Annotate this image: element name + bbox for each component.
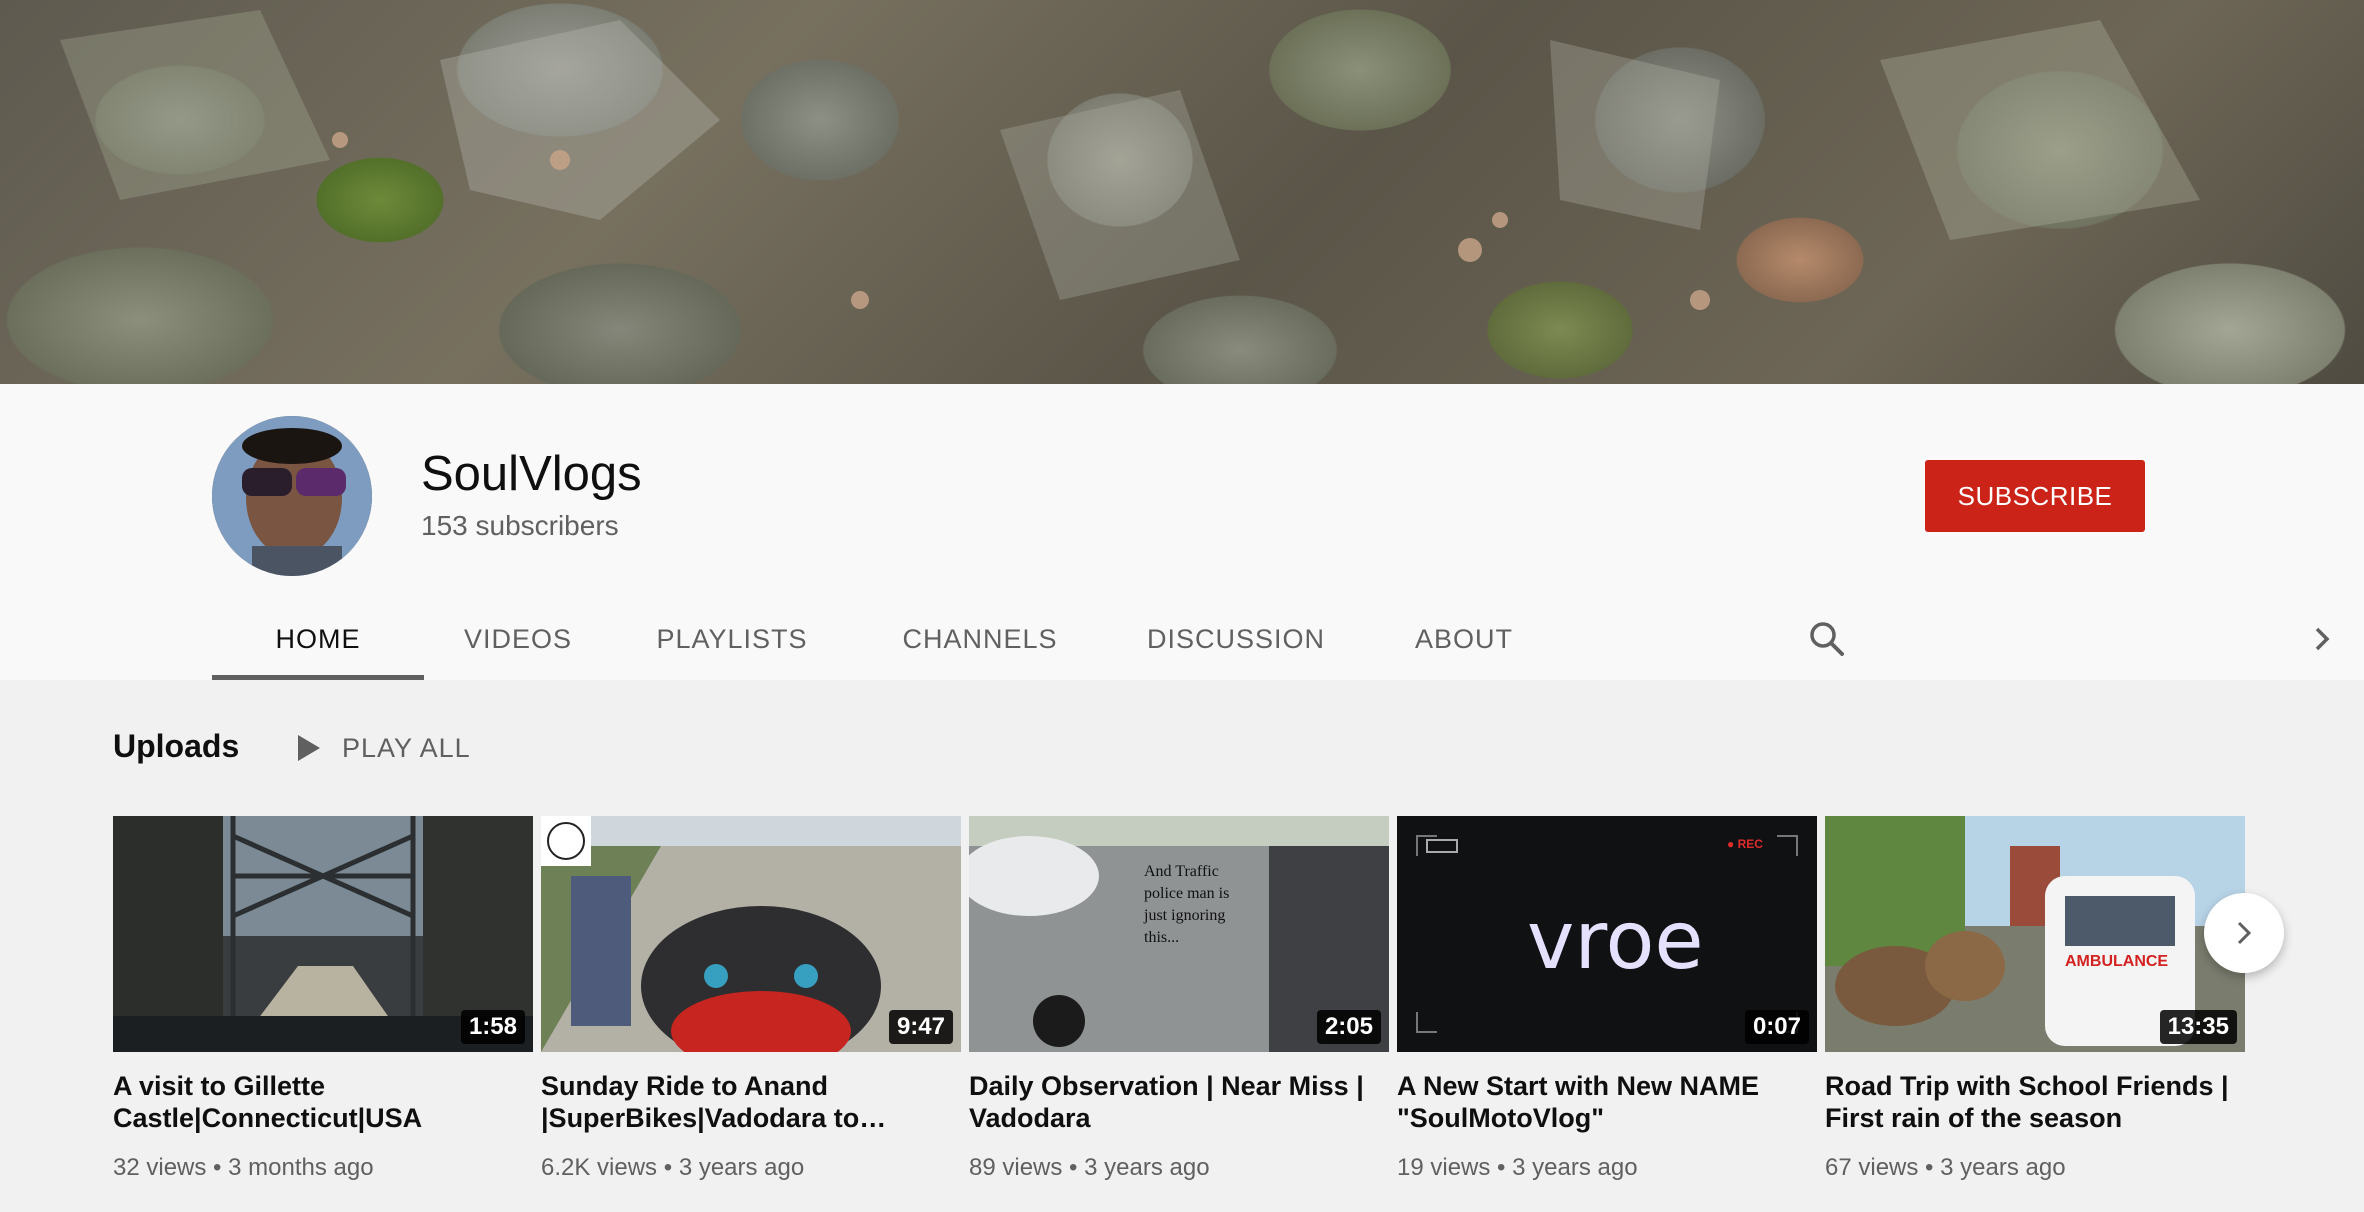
subscriber-count: 153 subscribers bbox=[421, 510, 619, 541]
video-card[interactable]: 9:47 Sunday Ride to Anand |SuperBikes|Va… bbox=[541, 816, 961, 1182]
channel-name: SoulVlogs bbox=[421, 447, 642, 501]
channel-header: SoulVlogs 153 subscribers SUBSCRIBE HOME… bbox=[0, 384, 2364, 680]
play-all-label: PLAY ALL bbox=[342, 732, 471, 763]
view-count: 32 views bbox=[113, 1154, 207, 1181]
video-thumbnail[interactable]: And Traffic police man is just ignoring … bbox=[969, 816, 1389, 1052]
ambulance-text: AMBULANCE bbox=[2065, 953, 2168, 970]
video-meta: 19 views • 3 years ago bbox=[1397, 1154, 1638, 1181]
active-tab-indicator bbox=[212, 675, 424, 680]
subscribe-button[interactable]: SUBSCRIBE bbox=[1925, 460, 2145, 532]
video-card[interactable]: 1:58 A visit to Gillette Castle|Connecti… bbox=[113, 816, 533, 1182]
video-title[interactable]: Daily Observation | Near Miss | Vadodara bbox=[969, 1070, 1389, 1134]
tab-playlists[interactable]: PLAYLISTS bbox=[612, 598, 852, 680]
chevron-right-icon bbox=[2237, 921, 2252, 945]
video-card[interactable]: And Traffic police man is just ignoring … bbox=[969, 816, 1389, 1182]
video-title[interactable]: A visit to Gillette Castle|Connecticut|U… bbox=[113, 1070, 533, 1134]
play-icon bbox=[298, 735, 320, 761]
banner-image bbox=[60, 10, 2200, 310]
thumbnail-logo-text: vroe bbox=[1527, 894, 1704, 987]
upload-age: 3 months ago bbox=[228, 1154, 374, 1181]
video-card[interactable]: ● REC vroe 0:07 A New Start with New NAM… bbox=[1397, 816, 1817, 1182]
video-title[interactable]: A New Start with New NAME "SoulMotoVlog" bbox=[1397, 1070, 1817, 1134]
video-thumbnail[interactable]: AMBULANCE 13:35 bbox=[1825, 816, 2245, 1052]
video-meta: 6.2K views • 3 years ago bbox=[541, 1154, 805, 1181]
channel-avatar[interactable] bbox=[212, 416, 372, 576]
shelf-next-button[interactable] bbox=[2204, 893, 2284, 973]
channel-tabs: HOME VIDEOS PLAYLISTS CHANNELS DISCUSSIO… bbox=[212, 598, 2362, 680]
tab-channels[interactable]: CHANNELS bbox=[852, 598, 1108, 680]
rec-indicator: ● REC bbox=[1727, 837, 1763, 851]
view-count: 67 views bbox=[1825, 1154, 1919, 1181]
video-meta: 32 views • 3 months ago bbox=[113, 1154, 374, 1181]
upload-age: 3 years ago bbox=[1512, 1154, 1638, 1181]
play-all-button[interactable]: PLAY ALL bbox=[290, 728, 471, 768]
video-duration: 9:47 bbox=[888, 1010, 953, 1044]
video-meta: 89 views • 3 years ago bbox=[969, 1154, 1210, 1181]
video-title[interactable]: Road Trip with School Friends | First ra… bbox=[1825, 1070, 2245, 1134]
search-icon bbox=[1810, 622, 1844, 656]
video-card[interactable]: AMBULANCE 13:35 Road Trip with School Fr… bbox=[1825, 816, 2245, 1182]
uploads-shelf: 1:58 A visit to Gillette Castle|Connecti… bbox=[113, 816, 2253, 1196]
video-meta: 67 views • 3 years ago bbox=[1825, 1154, 2066, 1181]
upload-age: 3 years ago bbox=[678, 1154, 805, 1181]
uploads-heading: Uploads bbox=[113, 728, 240, 764]
channel-banner bbox=[0, 0, 2364, 384]
chevron-right-icon bbox=[2315, 627, 2330, 651]
upload-age: 3 years ago bbox=[1084, 1154, 1210, 1181]
view-count: 89 views bbox=[969, 1154, 1063, 1181]
channel-search-button[interactable] bbox=[1797, 598, 1857, 680]
video-duration: 0:07 bbox=[1744, 1010, 1809, 1044]
video-duration: 13:35 bbox=[2159, 1010, 2237, 1044]
video-thumbnail[interactable]: ● REC vroe 0:07 bbox=[1397, 816, 1817, 1052]
view-count: 19 views bbox=[1397, 1154, 1491, 1181]
video-thumbnail[interactable]: 9:47 bbox=[541, 816, 961, 1052]
avatar-image bbox=[212, 416, 372, 576]
tab-discussion[interactable]: DISCUSSION bbox=[1108, 598, 1364, 680]
upload-age: 3 years ago bbox=[1940, 1154, 2066, 1181]
tab-videos[interactable]: VIDEOS bbox=[424, 598, 612, 680]
video-thumbnail[interactable]: 1:58 bbox=[113, 816, 533, 1052]
video-duration: 1:58 bbox=[460, 1010, 525, 1044]
tab-about[interactable]: ABOUT bbox=[1364, 598, 1564, 680]
video-duration: 2:05 bbox=[1316, 1010, 1381, 1044]
video-title[interactable]: Sunday Ride to Anand |SuperBikes|Vadodar… bbox=[541, 1070, 961, 1134]
tab-home[interactable]: HOME bbox=[212, 598, 424, 680]
tabs-scroll-right-button[interactable] bbox=[2292, 598, 2352, 680]
view-count: 6.2K views bbox=[541, 1154, 658, 1181]
